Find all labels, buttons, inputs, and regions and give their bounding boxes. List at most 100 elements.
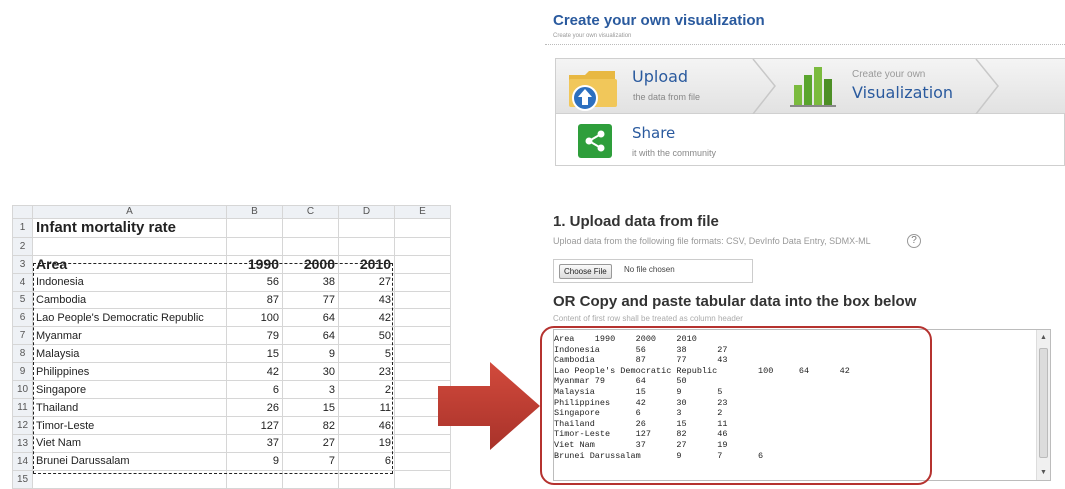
value-cell[interactable]: 27 <box>282 434 339 453</box>
sheet-title-cell[interactable]: Infant mortality rate <box>32 217 227 238</box>
value-cell[interactable] <box>282 469 339 489</box>
value-cell[interactable]: 82 <box>282 416 339 436</box>
value-cell[interactable] <box>394 308 451 328</box>
row-number[interactable]: 3 <box>12 254 33 274</box>
value-cell[interactable] <box>394 344 451 364</box>
value-cell[interactable]: 6 <box>226 380 283 400</box>
row-number[interactable]: 14 <box>12 451 33 471</box>
sheet-cell[interactable] <box>226 217 283 238</box>
spreadsheet-grid[interactable]: A B C D E 1 Infant mortality rate 2 3 Ar… <box>12 205 451 489</box>
value-cell[interactable] <box>226 469 283 489</box>
header-cell-2000[interactable]: 2000 <box>282 254 339 274</box>
area-cell[interactable]: Singapore <box>32 380 227 400</box>
row-number[interactable]: 10 <box>12 380 33 400</box>
column-header-b[interactable]: B <box>226 205 283 219</box>
column-header-e[interactable]: E <box>394 205 451 219</box>
value-cell[interactable] <box>338 469 395 489</box>
value-cell[interactable]: 19 <box>338 434 395 453</box>
area-cell[interactable] <box>32 469 227 489</box>
value-cell[interactable]: 2 <box>338 380 395 400</box>
value-cell[interactable]: 27 <box>338 272 395 292</box>
area-cell[interactable]: Brunei Darussalam <box>32 451 227 471</box>
value-cell[interactable]: 9 <box>282 344 339 364</box>
value-cell[interactable]: 46 <box>338 416 395 436</box>
upload-step-label[interactable]: Upload <box>632 67 688 86</box>
paste-data-textarea[interactable]: Area 1990 2000 2010 Indonesia 56 38 27 Cam… <box>553 329 1051 481</box>
value-cell[interactable]: 7 <box>282 451 339 471</box>
area-cell[interactable]: Indonesia <box>32 272 227 292</box>
row-number[interactable]: 11 <box>12 398 33 418</box>
sheet-cell[interactable] <box>394 236 451 256</box>
area-cell[interactable]: Philippines <box>32 362 227 382</box>
value-cell[interactable]: 42 <box>226 362 283 382</box>
value-cell[interactable]: 50 <box>338 326 395 346</box>
value-cell[interactable]: 23 <box>338 362 395 382</box>
value-cell[interactable]: 100 <box>226 308 283 328</box>
scroll-down-icon[interactable]: ▼ <box>1040 469 1047 476</box>
value-cell[interactable]: 56 <box>226 272 283 292</box>
value-cell[interactable] <box>394 326 451 346</box>
help-icon[interactable]: ? <box>907 234 921 248</box>
sheet-cell[interactable] <box>338 236 395 256</box>
area-cell[interactable]: Lao People's Democratic Republic <box>32 308 227 328</box>
value-cell[interactable]: 43 <box>338 290 395 310</box>
area-cell[interactable]: Malaysia <box>32 344 227 364</box>
sheet-cell[interactable] <box>282 236 339 256</box>
visualization-step-label[interactable]: Visualization <box>852 83 953 102</box>
area-cell[interactable]: Timor-Leste <box>32 416 227 436</box>
row-number[interactable]: 1 <box>12 217 33 238</box>
header-cell-1990[interactable]: 1990 <box>226 254 283 274</box>
sheet-cell[interactable] <box>226 236 283 256</box>
header-cell-2010[interactable]: 2010 <box>338 254 395 274</box>
area-cell[interactable]: Viet Nam <box>32 434 227 453</box>
row-number[interactable]: 2 <box>12 236 33 256</box>
sheet-cell[interactable] <box>32 236 227 256</box>
header-cell-area[interactable]: Area <box>32 254 227 274</box>
value-cell[interactable]: 15 <box>226 344 283 364</box>
row-number[interactable]: 6 <box>12 308 33 328</box>
value-cell[interactable] <box>394 272 451 292</box>
value-cell[interactable]: 64 <box>282 326 339 346</box>
column-header-a[interactable]: A <box>32 205 227 219</box>
select-all-corner[interactable] <box>12 205 33 219</box>
row-number[interactable]: 12 <box>12 416 33 436</box>
area-cell[interactable]: Cambodia <box>32 290 227 310</box>
value-cell[interactable]: 87 <box>226 290 283 310</box>
sheet-cell[interactable] <box>338 217 395 238</box>
scroll-up-icon[interactable]: ▲ <box>1040 334 1047 341</box>
sheet-cell[interactable] <box>282 217 339 238</box>
row-number[interactable]: 13 <box>12 434 33 453</box>
value-cell[interactable]: 38 <box>282 272 339 292</box>
file-input[interactable]: Choose File No file chosen <box>553 259 753 283</box>
value-cell[interactable]: 127 <box>226 416 283 436</box>
value-cell[interactable]: 5 <box>338 344 395 364</box>
area-cell[interactable]: Thailand <box>32 398 227 418</box>
row-number[interactable]: 7 <box>12 326 33 346</box>
column-header-d[interactable]: D <box>338 205 395 219</box>
value-cell[interactable]: 37 <box>226 434 283 453</box>
sheet-cell[interactable] <box>394 254 451 274</box>
row-number[interactable]: 4 <box>12 272 33 292</box>
row-number[interactable]: 5 <box>12 290 33 310</box>
share-step-label[interactable]: Share <box>632 124 675 142</box>
row-number[interactable]: 15 <box>12 469 33 489</box>
bar-chart-icon[interactable] <box>788 63 838 109</box>
vertical-scrollbar[interactable]: ▲ ▼ <box>1036 330 1050 480</box>
upload-folder-icon[interactable] <box>565 65 621 111</box>
value-cell[interactable]: 30 <box>282 362 339 382</box>
row-number[interactable]: 8 <box>12 344 33 364</box>
value-cell[interactable]: 26 <box>226 398 283 418</box>
sheet-cell[interactable] <box>394 217 451 238</box>
value-cell[interactable]: 64 <box>282 308 339 328</box>
value-cell[interactable]: 15 <box>282 398 339 418</box>
value-cell[interactable] <box>394 290 451 310</box>
choose-file-button[interactable]: Choose File <box>559 264 612 279</box>
scrollbar-thumb[interactable] <box>1039 348 1048 458</box>
value-cell[interactable]: 6 <box>338 451 395 471</box>
value-cell[interactable]: 42 <box>338 308 395 328</box>
column-header-c[interactable]: C <box>282 205 339 219</box>
value-cell[interactable] <box>394 469 451 489</box>
value-cell[interactable]: 9 <box>226 451 283 471</box>
value-cell[interactable]: 77 <box>282 290 339 310</box>
area-cell[interactable]: Myanmar <box>32 326 227 346</box>
